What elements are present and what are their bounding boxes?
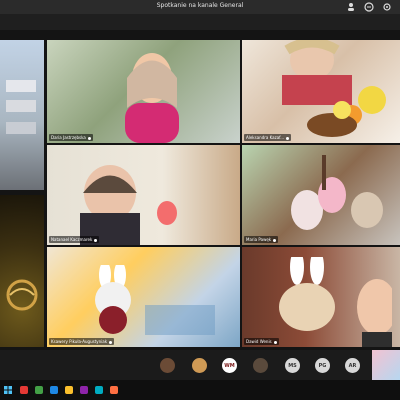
video-tile-left-bottom <box>0 195 44 347</box>
meeting-options-icon[interactable] <box>382 2 392 12</box>
participant-avatar[interactable] <box>192 358 207 373</box>
video-tile: Dawid Wenis <box>242 247 400 347</box>
participant-avatar[interactable]: AR <box>345 358 360 373</box>
mic-icon <box>87 136 91 140</box>
window-title: Spotkanie na kanale General <box>156 2 244 9</box>
mic-icon <box>273 238 277 242</box>
taskbar-app-icon[interactable] <box>110 386 118 394</box>
taskbar-app-icon[interactable] <box>35 386 43 394</box>
people-icon[interactable] <box>346 2 356 12</box>
easter-decoration <box>282 40 386 137</box>
taskbar-app-icon[interactable] <box>65 386 73 394</box>
chat-icon[interactable] <box>364 2 374 12</box>
wicker-basket-shape <box>6 279 38 311</box>
participant-name: Dawid Wenis <box>244 338 279 345</box>
bunny-plush <box>95 265 215 335</box>
participant-avatar[interactable]: PG <box>315 358 330 373</box>
video-tile: Aleksandra Kazaf... <box>242 40 400 143</box>
video-stage: Daria Jastrzębska Aleksandra Kazaf... Na… <box>0 30 400 350</box>
easter-ornaments <box>291 155 383 230</box>
windows-icon[interactable] <box>4 386 12 394</box>
participant-avatar[interactable] <box>160 358 175 373</box>
taskbar-app-icon[interactable] <box>80 386 88 394</box>
participant-avatar[interactable] <box>253 358 268 373</box>
participant-name: Ksawery Pikuła-Augustyniak <box>49 338 115 345</box>
shelf-shape <box>6 80 36 134</box>
participant-avatar[interactable]: WM <box>222 358 237 373</box>
participant-name: Aleksandra Kazaf... <box>244 134 292 141</box>
video-tile: Daria Jastrzębska <box>47 40 240 143</box>
mic-icon <box>273 340 277 344</box>
video-tile-left-top <box>0 40 44 190</box>
title-icons <box>346 2 392 12</box>
participant-roster: WM MS PG AR <box>0 350 400 380</box>
participant-avatar[interactable]: MS <box>285 358 300 373</box>
mic-icon <box>94 238 98 242</box>
participant-name: Maria Pawęk <box>244 236 279 243</box>
mic-icon <box>109 340 113 344</box>
participant-name: Natanael Kaczmarek <box>49 236 100 243</box>
child-figure <box>125 53 179 143</box>
taskbar-app-icon[interactable] <box>50 386 58 394</box>
self-preview[interactable] <box>372 350 400 380</box>
video-tile: Ksawery Pikuła-Augustyniak <box>47 247 240 347</box>
video-tile: Natanael Kaczmarek <box>47 145 240 245</box>
video-tile: Maria Pawęk <box>242 145 400 245</box>
os-taskbar <box>0 380 400 400</box>
boy-with-egg <box>80 165 177 245</box>
taskbar-app-icon[interactable] <box>95 386 103 394</box>
mic-icon <box>286 136 290 140</box>
participant-name: Daria Jastrzębska <box>49 134 93 141</box>
title-bar: Spotkanie na kanale General <box>0 0 400 14</box>
bunny-with-boy <box>279 257 392 347</box>
taskbar-app-icon[interactable] <box>20 386 28 394</box>
